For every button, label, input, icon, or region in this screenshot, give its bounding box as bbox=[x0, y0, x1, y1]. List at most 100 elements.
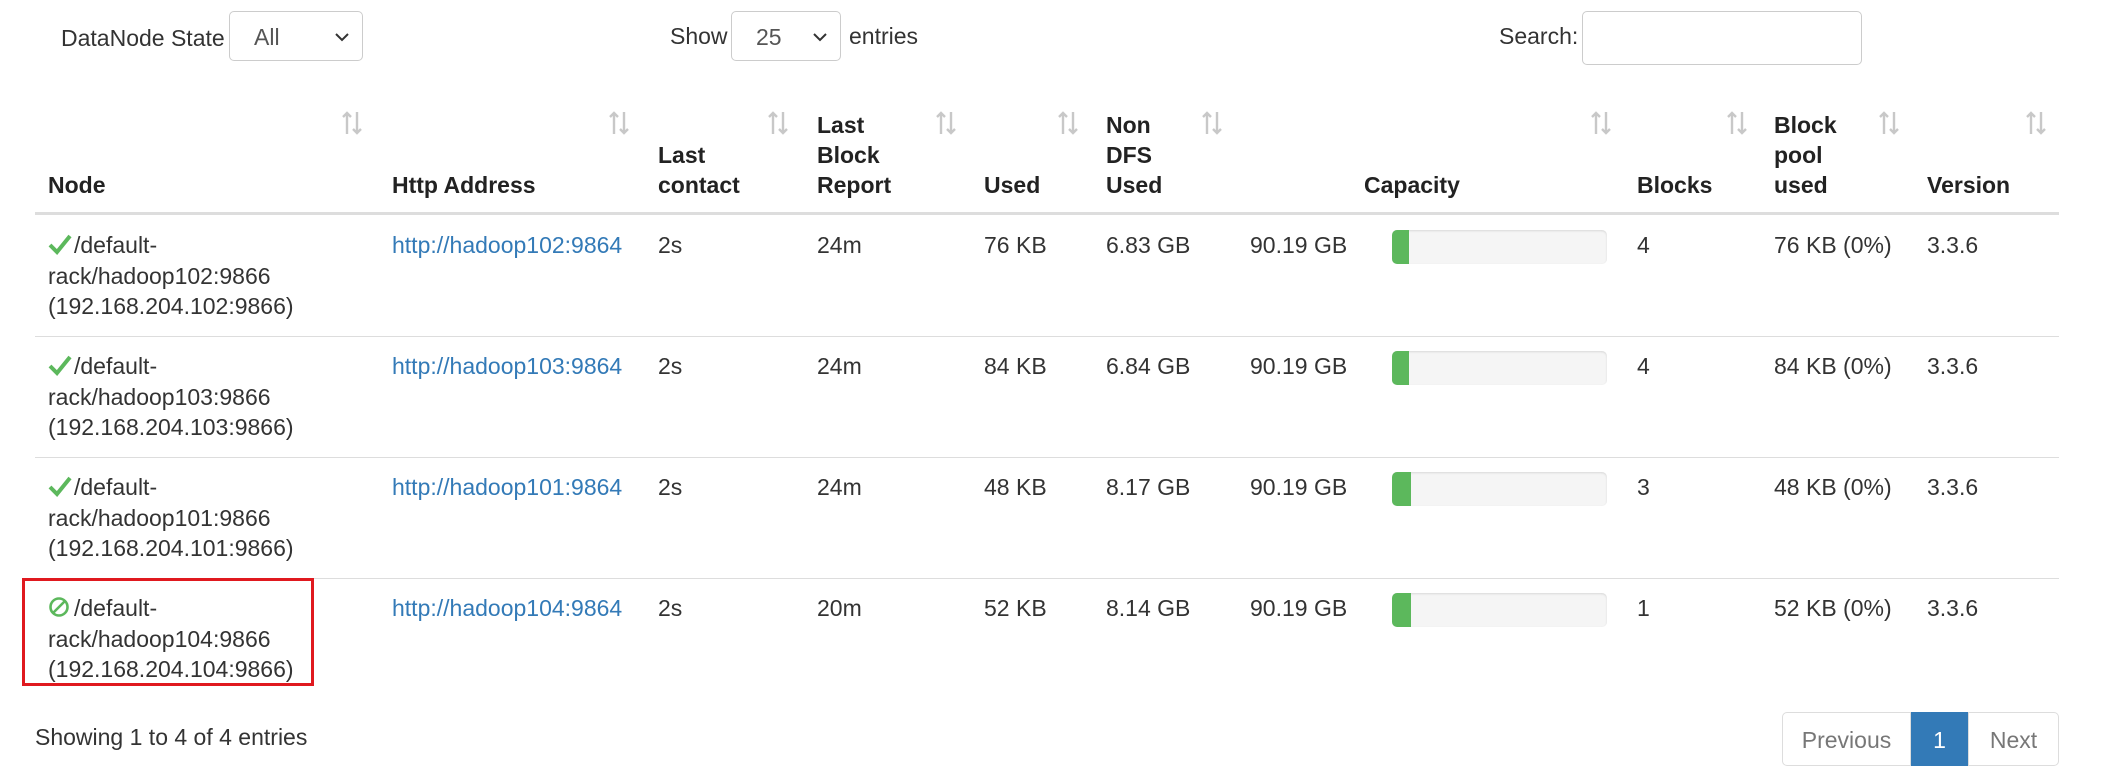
non-dfs-used-cell: 6.84 GB bbox=[1106, 353, 1191, 379]
header-text: Block bbox=[817, 142, 880, 168]
header-text: Used bbox=[1106, 172, 1163, 198]
capacity-cell: 90.19 GB bbox=[1250, 474, 1348, 500]
header-divider bbox=[35, 212, 2059, 215]
header-http-address[interactable]: Http Address bbox=[392, 170, 536, 200]
next-page-button[interactable]: Next bbox=[1968, 712, 2059, 766]
header-block-pool-used[interactable]: Block pool used bbox=[1774, 110, 1837, 200]
node-name-line: /default- bbox=[74, 353, 158, 379]
node-address-line: (192.168.204.103:9866) bbox=[48, 414, 294, 440]
page-length-value: 25 bbox=[756, 24, 782, 50]
capacity-cell: 90.19 GB bbox=[1250, 353, 1348, 379]
blocks-cell: 1 bbox=[1637, 595, 1650, 621]
version-cell: 3.3.6 bbox=[1927, 232, 1979, 258]
header-text: Block bbox=[1774, 112, 1837, 138]
sort-icon[interactable] bbox=[766, 110, 790, 136]
sort-icon[interactable] bbox=[1200, 110, 1224, 136]
block-pool-used-cell: 48 KB (0%) bbox=[1774, 474, 1892, 500]
header-text: Last bbox=[658, 142, 706, 168]
sort-icon[interactable] bbox=[340, 110, 364, 136]
capacity-cell: 90.19 GB bbox=[1250, 595, 1348, 621]
block-pool-used-cell: 76 KB (0%) bbox=[1774, 232, 1892, 258]
header-node[interactable]: Node bbox=[48, 170, 106, 200]
version-cell: 3.3.6 bbox=[1927, 474, 1979, 500]
page-length-select[interactable]: 25 bbox=[731, 11, 841, 61]
header-text: Report bbox=[817, 172, 892, 198]
header-blocks[interactable]: Blocks bbox=[1637, 170, 1712, 200]
node-name-line: rack/hadoop101:9866 bbox=[48, 504, 271, 531]
capacity-bar-fill bbox=[1392, 593, 1412, 627]
http-address-link[interactable]: http://hadoop104:9864 bbox=[392, 593, 622, 623]
block-pool-used-cell: 84 KB (0%) bbox=[1774, 353, 1892, 379]
blocks-cell: 4 bbox=[1637, 232, 1650, 258]
last-block-report-cell: 24m bbox=[817, 474, 862, 500]
block-pool-used-cell: 52 KB (0%) bbox=[1774, 595, 1892, 621]
capacity-bar bbox=[1392, 351, 1607, 385]
last-block-report-cell: 24m bbox=[817, 232, 862, 258]
sort-icon[interactable] bbox=[1056, 110, 1080, 136]
last-block-report-cell: 24m bbox=[817, 353, 862, 379]
header-non-dfs-used[interactable]: Non DFS Used bbox=[1106, 110, 1162, 200]
header-text: Last bbox=[817, 112, 865, 138]
node-cell: /default- rack/hadoop101:9866 (192.168.2… bbox=[48, 472, 294, 564]
node-name-line: rack/hadoop103:9866 bbox=[48, 383, 271, 410]
capacity-bar bbox=[1392, 230, 1607, 264]
previous-page-button[interactable]: Previous bbox=[1782, 712, 1911, 766]
blocks-cell: 4 bbox=[1637, 353, 1650, 379]
capacity-bar bbox=[1392, 593, 1607, 627]
last-contact-cell: 2s bbox=[658, 474, 683, 500]
sort-icon[interactable] bbox=[1877, 110, 1901, 136]
header-text: used bbox=[1774, 172, 1828, 198]
highlight-box bbox=[22, 578, 314, 686]
sort-icon[interactable] bbox=[1589, 110, 1613, 136]
header-text: pool bbox=[1774, 142, 1823, 168]
http-address-link[interactable]: http://hadoop101:9864 bbox=[392, 472, 622, 502]
sort-icon[interactable] bbox=[2024, 110, 2048, 136]
version-cell: 3.3.6 bbox=[1927, 595, 1979, 621]
datanode-state-value: All bbox=[254, 24, 280, 50]
entries-label: entries bbox=[849, 23, 919, 49]
header-text: Non bbox=[1106, 112, 1151, 138]
chevron-down-icon bbox=[813, 33, 827, 42]
chevron-down-icon bbox=[335, 33, 349, 42]
page-number: 1 bbox=[1933, 727, 1946, 753]
sort-icon[interactable] bbox=[934, 110, 958, 136]
node-name-line: /default- bbox=[74, 232, 158, 258]
node-cell: /default- rack/hadoop103:9866 (192.168.2… bbox=[48, 351, 294, 443]
non-dfs-used-cell: 6.83 GB bbox=[1106, 232, 1191, 258]
version-cell: 3.3.6 bbox=[1927, 353, 1979, 379]
search-label: Search: bbox=[1499, 23, 1579, 49]
table-info: Showing 1 to 4 of 4 entries bbox=[35, 724, 308, 750]
used-cell: 52 KB bbox=[984, 595, 1047, 621]
http-address-link[interactable]: http://hadoop102:9864 bbox=[392, 230, 622, 260]
node-name-line: rack/hadoop102:9866 bbox=[48, 262, 271, 289]
used-cell: 84 KB bbox=[984, 353, 1047, 379]
node-address-line: (192.168.204.101:9866) bbox=[48, 535, 294, 561]
datanode-state-select[interactable]: All bbox=[229, 11, 363, 61]
check-icon bbox=[48, 476, 72, 497]
table-controls: DataNode State All Show 25 entries Searc… bbox=[0, 0, 2102, 80]
header-capacity[interactable]: Capacity bbox=[1364, 170, 1460, 200]
used-cell: 48 KB bbox=[984, 474, 1047, 500]
row-divider bbox=[35, 578, 2059, 579]
header-version[interactable]: Version bbox=[1927, 170, 2010, 200]
http-address-link[interactable]: http://hadoop103:9864 bbox=[392, 351, 622, 381]
sort-icon[interactable] bbox=[1725, 110, 1749, 136]
sort-icon[interactable] bbox=[607, 110, 631, 136]
capacity-bar-fill bbox=[1392, 230, 1410, 264]
node-name-line: /default- bbox=[74, 474, 158, 500]
capacity-bar bbox=[1392, 472, 1607, 506]
header-text: contact bbox=[658, 172, 740, 198]
header-last-contact[interactable]: Last contact bbox=[658, 140, 740, 200]
row-divider bbox=[35, 457, 2059, 458]
node-cell: /default- rack/hadoop102:9866 (192.168.2… bbox=[48, 230, 294, 322]
search-input[interactable] bbox=[1582, 11, 1862, 65]
header-used[interactable]: Used bbox=[984, 170, 1040, 200]
previous-label: Previous bbox=[1801, 727, 1892, 753]
page-1-button[interactable]: 1 bbox=[1911, 712, 1968, 766]
non-dfs-used-cell: 8.14 GB bbox=[1106, 595, 1191, 621]
datanode-state-label: DataNode State bbox=[61, 25, 225, 51]
show-label: Show bbox=[670, 23, 728, 49]
header-last-block-report[interactable]: Last Block Report bbox=[817, 110, 891, 200]
last-contact-cell: 2s bbox=[658, 232, 683, 258]
non-dfs-used-cell: 8.17 GB bbox=[1106, 474, 1191, 500]
